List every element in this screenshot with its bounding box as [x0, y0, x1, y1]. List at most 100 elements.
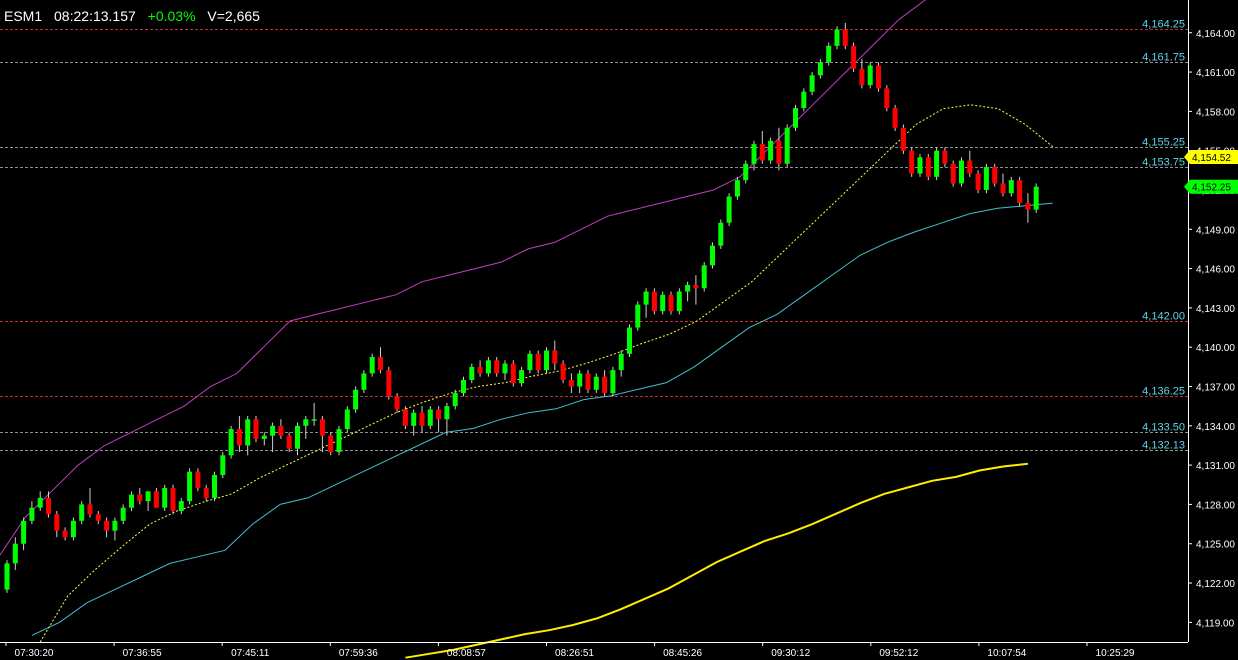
candle-body: [1025, 203, 1031, 210]
candle-body: [942, 150, 948, 164]
lower-band-line: [31, 202, 1053, 636]
candle-body: [4, 563, 10, 590]
candle-body: [618, 353, 624, 371]
candle-body: [876, 65, 881, 89]
candle-body: [535, 353, 541, 371]
last-price-tag: 4,154.52: [1184, 149, 1238, 164]
candle-body: [477, 366, 483, 374]
candle-body: [776, 140, 782, 164]
candle-body: [900, 127, 906, 151]
level-label: 4,161.75: [1142, 52, 1185, 64]
y-tick-label: 4,140.00: [1196, 343, 1235, 354]
y-tick-label: 4,146.00: [1196, 265, 1235, 276]
candle-body: [261, 435, 267, 439]
candle-body: [660, 294, 666, 312]
bid-price-tag-text: 4,152.25: [1192, 183, 1231, 194]
candle-body: [826, 45, 832, 63]
x-tick-label: 10:25:29: [1096, 648, 1135, 659]
candle-body: [983, 167, 989, 190]
candle-body: [295, 425, 300, 449]
candle-body: [378, 357, 383, 371]
candle-body: [170, 488, 176, 511]
candle-body: [411, 412, 417, 426]
candle-body: [793, 108, 798, 128]
candle-body: [104, 520, 110, 531]
candle-body: [62, 530, 68, 538]
candle-body: [1033, 186, 1039, 210]
candle-body: [129, 494, 134, 508]
candle-body: [336, 429, 342, 453]
candle-body: [734, 180, 740, 197]
candle-body: [79, 504, 85, 521]
candle-body: [402, 409, 408, 426]
slow-ma-line: [405, 462, 1029, 659]
level-label: 4,153.75: [1142, 157, 1185, 169]
candle-body: [701, 265, 707, 289]
candle-body: [361, 373, 367, 390]
candle-body: [834, 29, 840, 46]
candle-body: [851, 45, 857, 69]
candle-body: [917, 157, 923, 174]
candle-body: [693, 284, 699, 289]
y-tick-label: 4,158.00: [1196, 107, 1235, 118]
x-tick-label: 07:30:20: [15, 648, 54, 659]
candle-body: [187, 471, 193, 502]
candle-body: [560, 363, 566, 380]
candle-body: [884, 88, 890, 109]
candle-body: [975, 173, 981, 190]
y-tick-label: 4,161.00: [1196, 68, 1235, 79]
price-chart[interactable]: 4,164.25 4,161.75 4,155.25 4,153.75 4,142.00…: [0, 0, 1238, 660]
candle-body: [502, 363, 508, 374]
candle-body: [635, 304, 641, 328]
candle-body: [29, 507, 35, 521]
level-label: 4,164.25: [1142, 19, 1185, 31]
candle-body: [544, 350, 549, 371]
candle-body: [668, 294, 674, 312]
candle-body: [70, 520, 76, 538]
y-tick-label: 4,122.00: [1196, 579, 1235, 590]
candle-body: [236, 429, 242, 446]
candle-body: [892, 108, 898, 128]
candle-body: [485, 360, 491, 374]
candle-body: [469, 366, 475, 380]
candle-body: [585, 373, 591, 390]
candle-body: [153, 491, 159, 508]
candle-body: [444, 406, 450, 420]
y-tick-label: 4,134.00: [1196, 422, 1235, 433]
x-tick-label: 08:45:26: [663, 648, 702, 659]
candle-body: [552, 350, 558, 364]
candle-body: [303, 419, 309, 426]
candle-body: [212, 474, 217, 498]
candle-body: [112, 520, 118, 531]
candle-body: [651, 291, 657, 312]
candle-body: [452, 393, 458, 407]
candle-body: [726, 196, 732, 223]
y-tick-label: 4,125.00: [1196, 540, 1235, 551]
y-tick-label: 4,131.00: [1196, 461, 1235, 472]
candle-body: [427, 409, 433, 426]
candle-body: [461, 379, 466, 394]
candle-body: [751, 144, 757, 164]
candle-body: [859, 68, 865, 86]
candle-body: [270, 425, 276, 436]
candle-body: [353, 389, 359, 410]
candle-body: [21, 520, 27, 544]
candle-body: [809, 75, 815, 92]
axes: 4,164.004,161.004,158.004,155.004,152.00…: [0, 0, 1238, 659]
candle-body: [718, 222, 724, 246]
bid-price-tag: 4,152.25: [1184, 179, 1238, 194]
candle-body: [311, 419, 317, 421]
x-tick-label: 07:36:55: [123, 648, 162, 659]
candle-body: [137, 494, 143, 502]
candle-body: [784, 127, 790, 164]
candle-body: [87, 504, 93, 515]
candle-body: [743, 163, 749, 181]
level-label: 4,155.25: [1142, 137, 1185, 149]
candle-body: [627, 327, 632, 354]
candle-body: [278, 425, 284, 436]
upper-band-line: [0, 0, 927, 556]
candle-body: [685, 284, 691, 292]
y-tick-label: 4,137.00: [1196, 383, 1235, 394]
x-tick-label: 09:30:12: [771, 648, 810, 659]
level-label: 4,132.13: [1142, 440, 1185, 452]
